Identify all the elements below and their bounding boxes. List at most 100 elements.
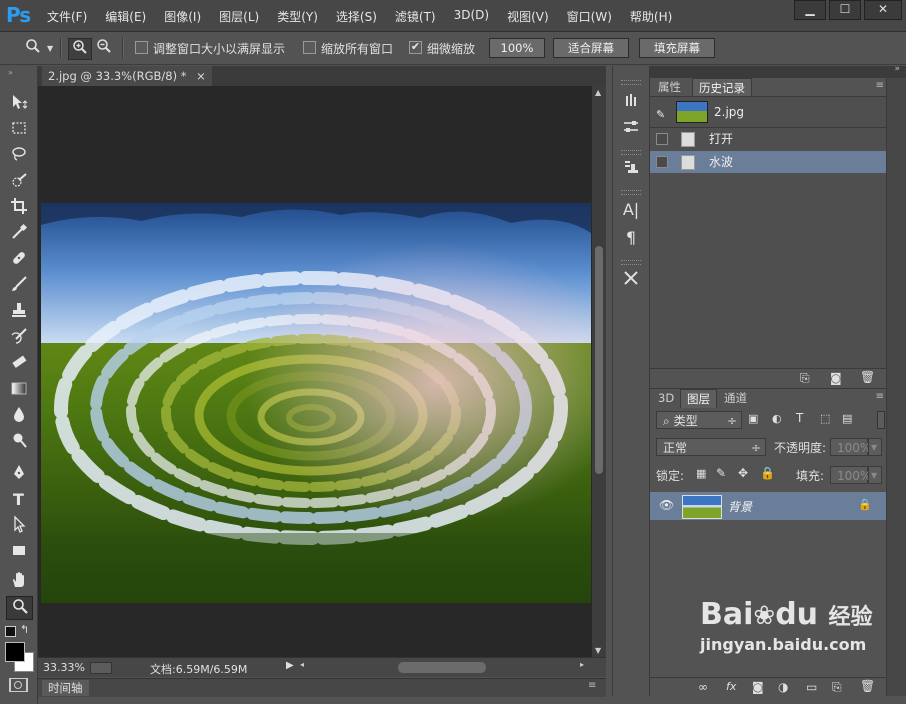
tool-presets-icon[interactable] [620, 269, 642, 291]
gradient-tool-icon[interactable] [6, 379, 31, 401]
tab-layers[interactable]: 图层 [680, 389, 717, 408]
type-tool-icon[interactable]: T [6, 489, 31, 511]
layer-style-icon[interactable]: fx [726, 680, 736, 693]
zoom-all-windows-checkbox[interactable] [303, 41, 316, 54]
opacity-slider-button[interactable]: ▼ [868, 438, 882, 456]
horizontal-scroll-thumb[interactable] [398, 662, 486, 673]
preset-dropdown-icon[interactable]: ▼ [47, 44, 53, 53]
foreground-color-swatch[interactable] [5, 642, 25, 662]
menu-3d[interactable]: 3D(D) [445, 8, 498, 25]
layer-name[interactable]: 背景 [728, 498, 752, 515]
document-tab[interactable]: 2.jpg @ 33.3%(RGB/8) * × [42, 66, 212, 86]
filter-shape-icon[interactable]: ⬚ [820, 412, 830, 425]
layer-row[interactable]: 👁 背景 🔒 [650, 492, 886, 520]
status-menu-arrow-icon[interactable]: ▶ [286, 660, 294, 671]
menu-edit[interactable]: 编辑(E) [96, 8, 155, 25]
fill-screen-button[interactable]: 填充屏幕 [639, 38, 715, 58]
vertical-scrollbar[interactable]: ▲ ▼ [592, 86, 606, 657]
eye-icon[interactable]: 👁 [659, 498, 674, 512]
scroll-down-icon[interactable]: ▼ [595, 646, 601, 655]
new-layer-icon[interactable]: ⎘ [832, 680, 842, 695]
vertical-scroll-thumb[interactable] [595, 246, 603, 474]
scrubby-zoom-checkbox[interactable]: ✔ [409, 41, 422, 54]
history-source-checkbox[interactable] [656, 133, 668, 145]
hand-tool-icon[interactable] [6, 571, 31, 593]
collapse-icon[interactable]: » [8, 68, 13, 77]
path-selection-tool-icon[interactable] [6, 515, 31, 537]
blur-tool-icon[interactable] [6, 405, 31, 427]
zoom-tool-preset-icon[interactable] [22, 38, 44, 58]
lock-position-icon[interactable]: ✥ [738, 466, 748, 480]
lock-pixels-icon[interactable]: ✎ [716, 466, 726, 480]
brush-presets-icon[interactable] [620, 90, 642, 112]
document-image[interactable] [41, 203, 591, 603]
filter-type-icon[interactable]: T [796, 411, 803, 425]
opacity-input[interactable]: 100% [830, 438, 871, 456]
timeline-tab[interactable]: 时间轴 [42, 680, 89, 696]
lock-all-icon[interactable]: 🔒 [760, 466, 775, 480]
scroll-right-icon[interactable]: ▸ [580, 660, 584, 669]
filter-toggle[interactable] [877, 411, 885, 429]
healing-brush-tool-icon[interactable] [6, 249, 31, 271]
character-panel-icon[interactable]: A| [620, 199, 642, 221]
quick-selection-tool-icon[interactable] [6, 171, 31, 193]
close-button[interactable]: ✕ [864, 0, 902, 20]
tab-channels[interactable]: 通道 [718, 389, 753, 407]
zoom-level[interactable]: 33.33% [43, 661, 85, 674]
document-tab-close-icon[interactable]: × [196, 69, 206, 83]
history-state-selected[interactable]: 水波 [650, 151, 886, 173]
canvas-area[interactable] [38, 86, 592, 657]
eyedropper-tool-icon[interactable] [6, 223, 31, 245]
lasso-tool-icon[interactable] [6, 145, 31, 167]
dodge-tool-icon[interactable] [6, 431, 31, 453]
menu-filter[interactable]: 滤镜(T) [386, 8, 445, 25]
menu-type[interactable]: 类型(Y) [268, 8, 327, 25]
screen-mode-icon[interactable] [10, 678, 28, 692]
menu-layer[interactable]: 图层(L) [210, 8, 268, 25]
layer-filter-select[interactable]: ⌕ 类型 ÷ [656, 411, 742, 429]
camera-icon[interactable]: ◙ [830, 371, 842, 385]
dock-grip[interactable] [621, 80, 641, 85]
zoom-100-button[interactable]: 100% [489, 38, 545, 58]
move-tool-icon[interactable] [6, 93, 31, 115]
filter-adjustment-icon[interactable]: ◐ [772, 412, 782, 425]
tab-history[interactable]: 历史记录 [692, 78, 752, 97]
scroll-up-icon[interactable]: ▲ [595, 88, 601, 97]
brush-panel-icon[interactable] [620, 118, 642, 140]
lock-transparency-icon[interactable]: ▦ [696, 467, 706, 480]
fill-input[interactable]: 100% [830, 466, 871, 484]
menu-file[interactable]: 文件(F) [38, 8, 96, 25]
adjustment-layer-icon[interactable]: ◑ [778, 680, 788, 694]
zoom-out-icon[interactable] [93, 38, 115, 58]
new-document-from-state-icon[interactable]: ⎘ [800, 371, 810, 386]
trash-icon[interactable]: 🗑 [860, 679, 875, 693]
panel-menu-icon[interactable]: ≡ [876, 391, 884, 402]
menu-select[interactable]: 选择(S) [327, 8, 386, 25]
menu-window[interactable]: 窗口(W) [558, 8, 621, 25]
zoom-in-icon[interactable] [68, 38, 92, 60]
filter-pixel-icon[interactable]: ▣ [748, 412, 758, 425]
menu-help[interactable]: 帮助(H) [621, 8, 681, 25]
eraser-tool-icon[interactable] [6, 353, 31, 375]
dock-grip[interactable] [621, 150, 641, 155]
filter-smart-object-icon[interactable]: ▤ [842, 412, 852, 425]
history-brush-tool-icon[interactable] [6, 327, 31, 349]
status-options-icon[interactable] [90, 662, 112, 674]
marquee-tool-icon[interactable] [6, 119, 31, 141]
tab-3d[interactable]: 3D [652, 389, 680, 407]
fit-screen-button[interactable]: 适合屏幕 [553, 38, 629, 58]
paragraph-panel-icon[interactable]: ¶ [620, 227, 642, 249]
menu-image[interactable]: 图像(I) [155, 8, 210, 25]
crop-tool-icon[interactable] [6, 197, 31, 219]
add-mask-icon[interactable]: ◙ [752, 680, 764, 694]
collapse-panels-icon[interactable]: » [894, 64, 900, 74]
zoom-tool-icon[interactable] [6, 596, 33, 620]
swap-colors-icon[interactable]: ↰ [20, 623, 29, 636]
tab-properties[interactable]: 属性 [652, 78, 687, 96]
panel-menu-icon[interactable]: ≡ [876, 80, 884, 91]
history-state[interactable]: 打开 [650, 128, 886, 150]
default-colors-icon[interactable] [5, 626, 16, 637]
history-source-checkbox[interactable] [656, 156, 668, 168]
clone-source-icon[interactable] [620, 158, 642, 180]
panel-menu-icon[interactable]: ≡ [588, 680, 596, 691]
